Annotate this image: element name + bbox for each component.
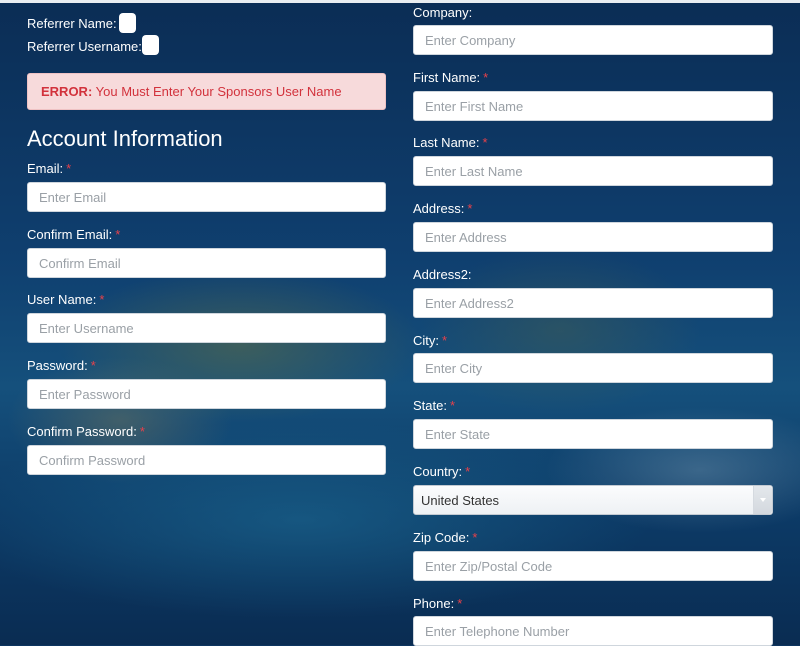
company-label: Company:: [413, 5, 472, 20]
city-label-text: City:: [413, 333, 439, 348]
state-label-text: State:: [413, 398, 447, 413]
address2-input[interactable]: [413, 288, 773, 318]
password-input[interactable]: [27, 379, 386, 409]
state-label: State: *: [413, 398, 455, 413]
country-select[interactable]: United States: [413, 485, 773, 515]
city-label: City: *: [413, 333, 447, 348]
required-marker: *: [483, 70, 489, 85]
required-marker: *: [66, 161, 72, 176]
country-label: Country: *: [413, 464, 470, 479]
username-label: User Name: *: [27, 292, 104, 307]
referrer-username-value: [142, 35, 159, 55]
first-name-label: First Name: *: [413, 70, 488, 85]
last-name-label: Last Name: *: [413, 135, 488, 150]
error-alert: ERROR: You Must Enter Your Sponsors User…: [27, 73, 386, 110]
confirm-password-input[interactable]: [27, 445, 386, 475]
address2-label: Address2:: [413, 267, 472, 282]
last-name-label-text: Last Name:: [413, 135, 480, 150]
email-label: Email: *: [27, 161, 71, 176]
address-input[interactable]: [413, 222, 773, 252]
last-name-input[interactable]: [413, 156, 773, 186]
address2-label-text: Address2:: [413, 267, 472, 282]
required-marker: *: [115, 227, 121, 242]
email-label-text: Email:: [27, 161, 64, 176]
email-input[interactable]: [27, 182, 386, 212]
referrer-name-value: [119, 13, 136, 33]
phone-input[interactable]: [413, 616, 773, 646]
required-marker: *: [449, 398, 456, 413]
error-prefix: ERROR:: [41, 84, 93, 99]
city-input[interactable]: [413, 353, 773, 383]
password-label: Password: *: [27, 358, 96, 373]
password-label-text: Password:: [27, 358, 88, 373]
phone-label: Phone: *: [413, 596, 462, 611]
required-marker: *: [457, 596, 463, 611]
referrer-username-label: Referrer Username:: [27, 39, 142, 54]
username-input[interactable]: [27, 313, 386, 343]
required-marker: *: [472, 530, 478, 545]
first-name-label-text: First Name:: [413, 70, 481, 85]
zip-code-label-text: Zip Code:: [413, 530, 470, 545]
required-marker: *: [467, 201, 473, 216]
username-label-text: User Name:: [27, 292, 97, 307]
country-selected-value: United States: [421, 493, 500, 508]
chevron-down-icon[interactable]: [753, 486, 772, 514]
first-name-input[interactable]: [413, 91, 773, 121]
error-message: You Must Enter Your Sponsors User Name: [95, 84, 342, 99]
phone-label-text: Phone:: [413, 596, 455, 611]
required-marker: *: [99, 292, 105, 307]
address-label-text: Address:: [413, 201, 465, 216]
zip-code-label: Zip Code: *: [413, 530, 477, 545]
required-marker: *: [442, 333, 448, 348]
state-input[interactable]: [413, 419, 773, 449]
company-label-text: Company:: [413, 5, 473, 20]
required-marker: *: [482, 135, 488, 150]
required-marker: *: [90, 358, 96, 373]
confirm-email-label: Confirm Email: *: [27, 227, 120, 242]
confirm-password-label: Confirm Password: *: [27, 424, 145, 439]
confirm-email-label-text: Confirm Email:: [27, 227, 113, 242]
address-label: Address: *: [413, 201, 472, 216]
required-marker: *: [139, 424, 145, 439]
zip-code-input[interactable]: [413, 551, 773, 581]
top-border: [0, 0, 800, 3]
section-title-account-information: Account Information: [27, 126, 223, 151]
confirm-password-label-text: Confirm Password:: [27, 424, 137, 439]
company-input[interactable]: [413, 25, 773, 55]
confirm-email-input[interactable]: [27, 248, 386, 278]
country-label-text: Country:: [413, 464, 463, 479]
referrer-name-label: Referrer Name:: [27, 16, 117, 31]
required-marker: *: [465, 464, 471, 479]
